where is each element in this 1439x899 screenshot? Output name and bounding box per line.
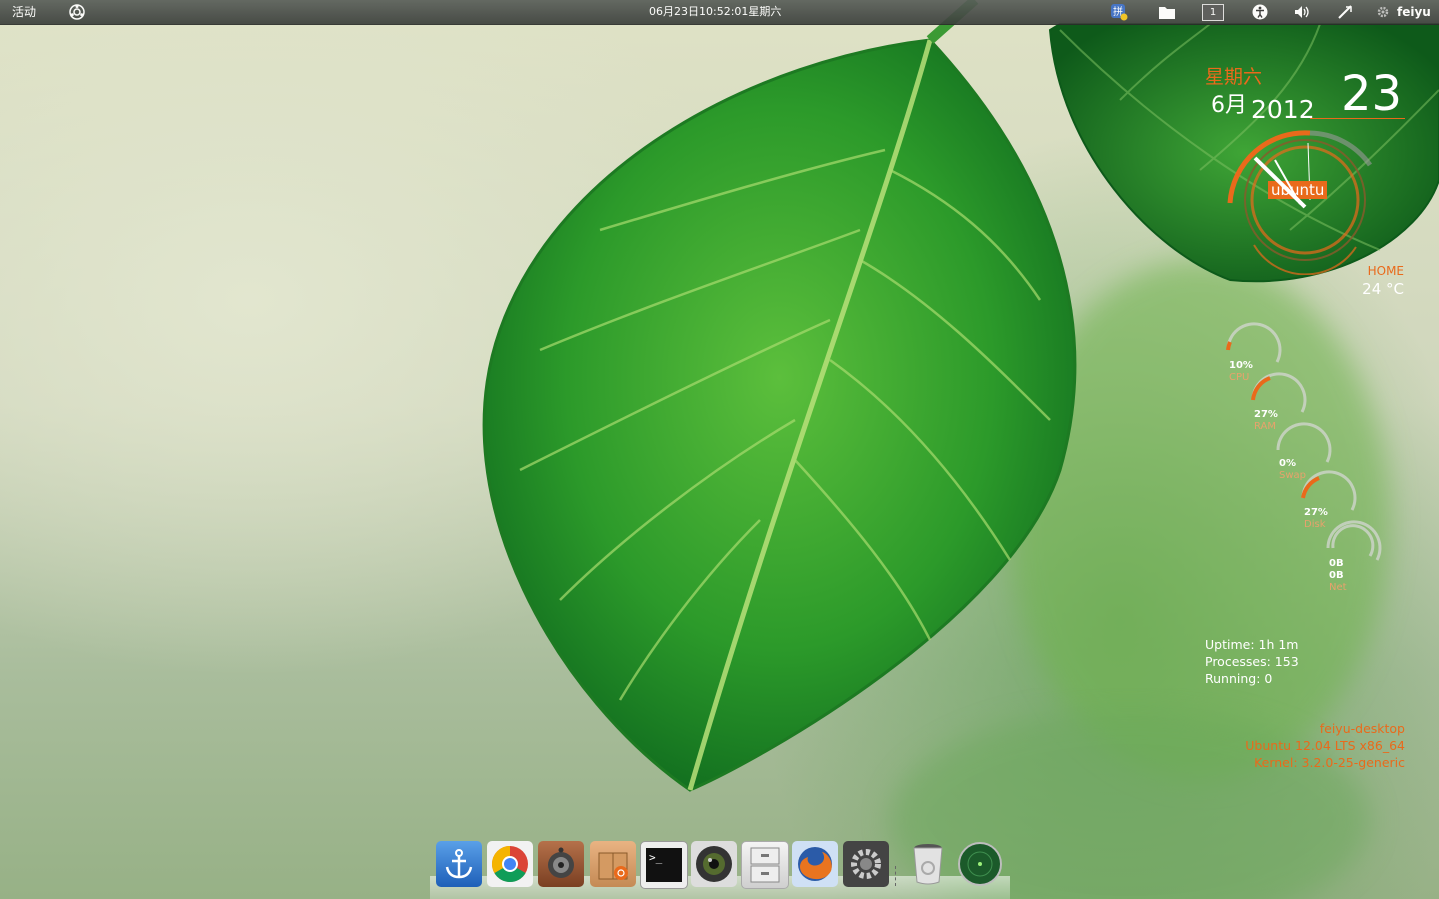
cpu-meter: 10% CPU — [1229, 360, 1253, 383]
weather-temperature: 24 °C — [1362, 280, 1404, 298]
user-menu[interactable]: feiyu — [1397, 0, 1431, 24]
dock-separator — [895, 866, 900, 886]
dock: >_ — [430, 836, 1010, 899]
activities-button[interactable]: 活动 — [12, 0, 36, 24]
accessibility-icon[interactable] — [1251, 3, 1269, 21]
folder-icon[interactable] — [1158, 3, 1176, 21]
package-icon[interactable] — [590, 841, 636, 887]
radar-icon[interactable] — [957, 841, 1003, 887]
date-underline — [1310, 118, 1405, 119]
running-label: Running: 0 — [1205, 671, 1273, 686]
volume-icon[interactable] — [1293, 3, 1311, 21]
file-cabinet-icon[interactable] — [741, 841, 789, 889]
firefox-icon[interactable] — [792, 841, 838, 887]
net-meter: 0B 0B Net — [1329, 558, 1347, 593]
processes-label: Processes: 153 — [1205, 654, 1299, 669]
disk-meter: 27% Disk — [1304, 507, 1328, 530]
top-panel: 活动 06月23日10:52:01星期六 拼 1 feiyu — [0, 0, 1439, 25]
clock-hands — [1253, 156, 1307, 209]
swap-meter: 0% Swap — [1279, 458, 1307, 481]
weekday-label: 星期六 — [1205, 66, 1263, 88]
webcam-icon[interactable] — [691, 841, 737, 887]
ram-meter: 27% RAM — [1254, 409, 1278, 432]
anchor-icon[interactable] — [436, 841, 482, 887]
trash-icon[interactable] — [905, 841, 951, 887]
main-leaf — [482, 38, 1077, 792]
os-label: Ubuntu 12.04 LTS x86_64 — [1245, 738, 1405, 753]
uptime-label: Uptime: 1h 1m — [1205, 637, 1299, 652]
kernel-label: Kernel: 3.2.0-25-generic — [1254, 755, 1405, 770]
gear-icon[interactable] — [1376, 3, 1390, 21]
day-label: 23 — [1341, 66, 1403, 122]
network-icon[interactable] — [1336, 3, 1354, 21]
year-label: 2012 — [1251, 95, 1315, 124]
workspace-indicator[interactable]: 1 — [1202, 3, 1224, 21]
input-method-icon[interactable]: 拼 — [1110, 3, 1128, 21]
ubuntu-icon[interactable] — [68, 3, 86, 21]
chrome-icon[interactable] — [487, 841, 533, 887]
clock-datetime[interactable]: 06月23日10:52:01星期六 — [649, 0, 781, 24]
system-settings-icon[interactable] — [843, 841, 889, 887]
terminal-icon[interactable]: >_ — [640, 841, 688, 889]
host-info: feiyu-desktop Ubuntu 12.04 LTS x86_64 Ke… — [1245, 720, 1405, 771]
system-info: Uptime: 1h 1m Processes: 153 Running: 0 — [1205, 636, 1299, 687]
weather-location: HOME — [1367, 264, 1404, 278]
month-label: 6月 — [1211, 93, 1247, 118]
speaker-icon[interactable] — [538, 841, 584, 887]
hostname-label: feiyu-desktop — [1319, 721, 1405, 736]
